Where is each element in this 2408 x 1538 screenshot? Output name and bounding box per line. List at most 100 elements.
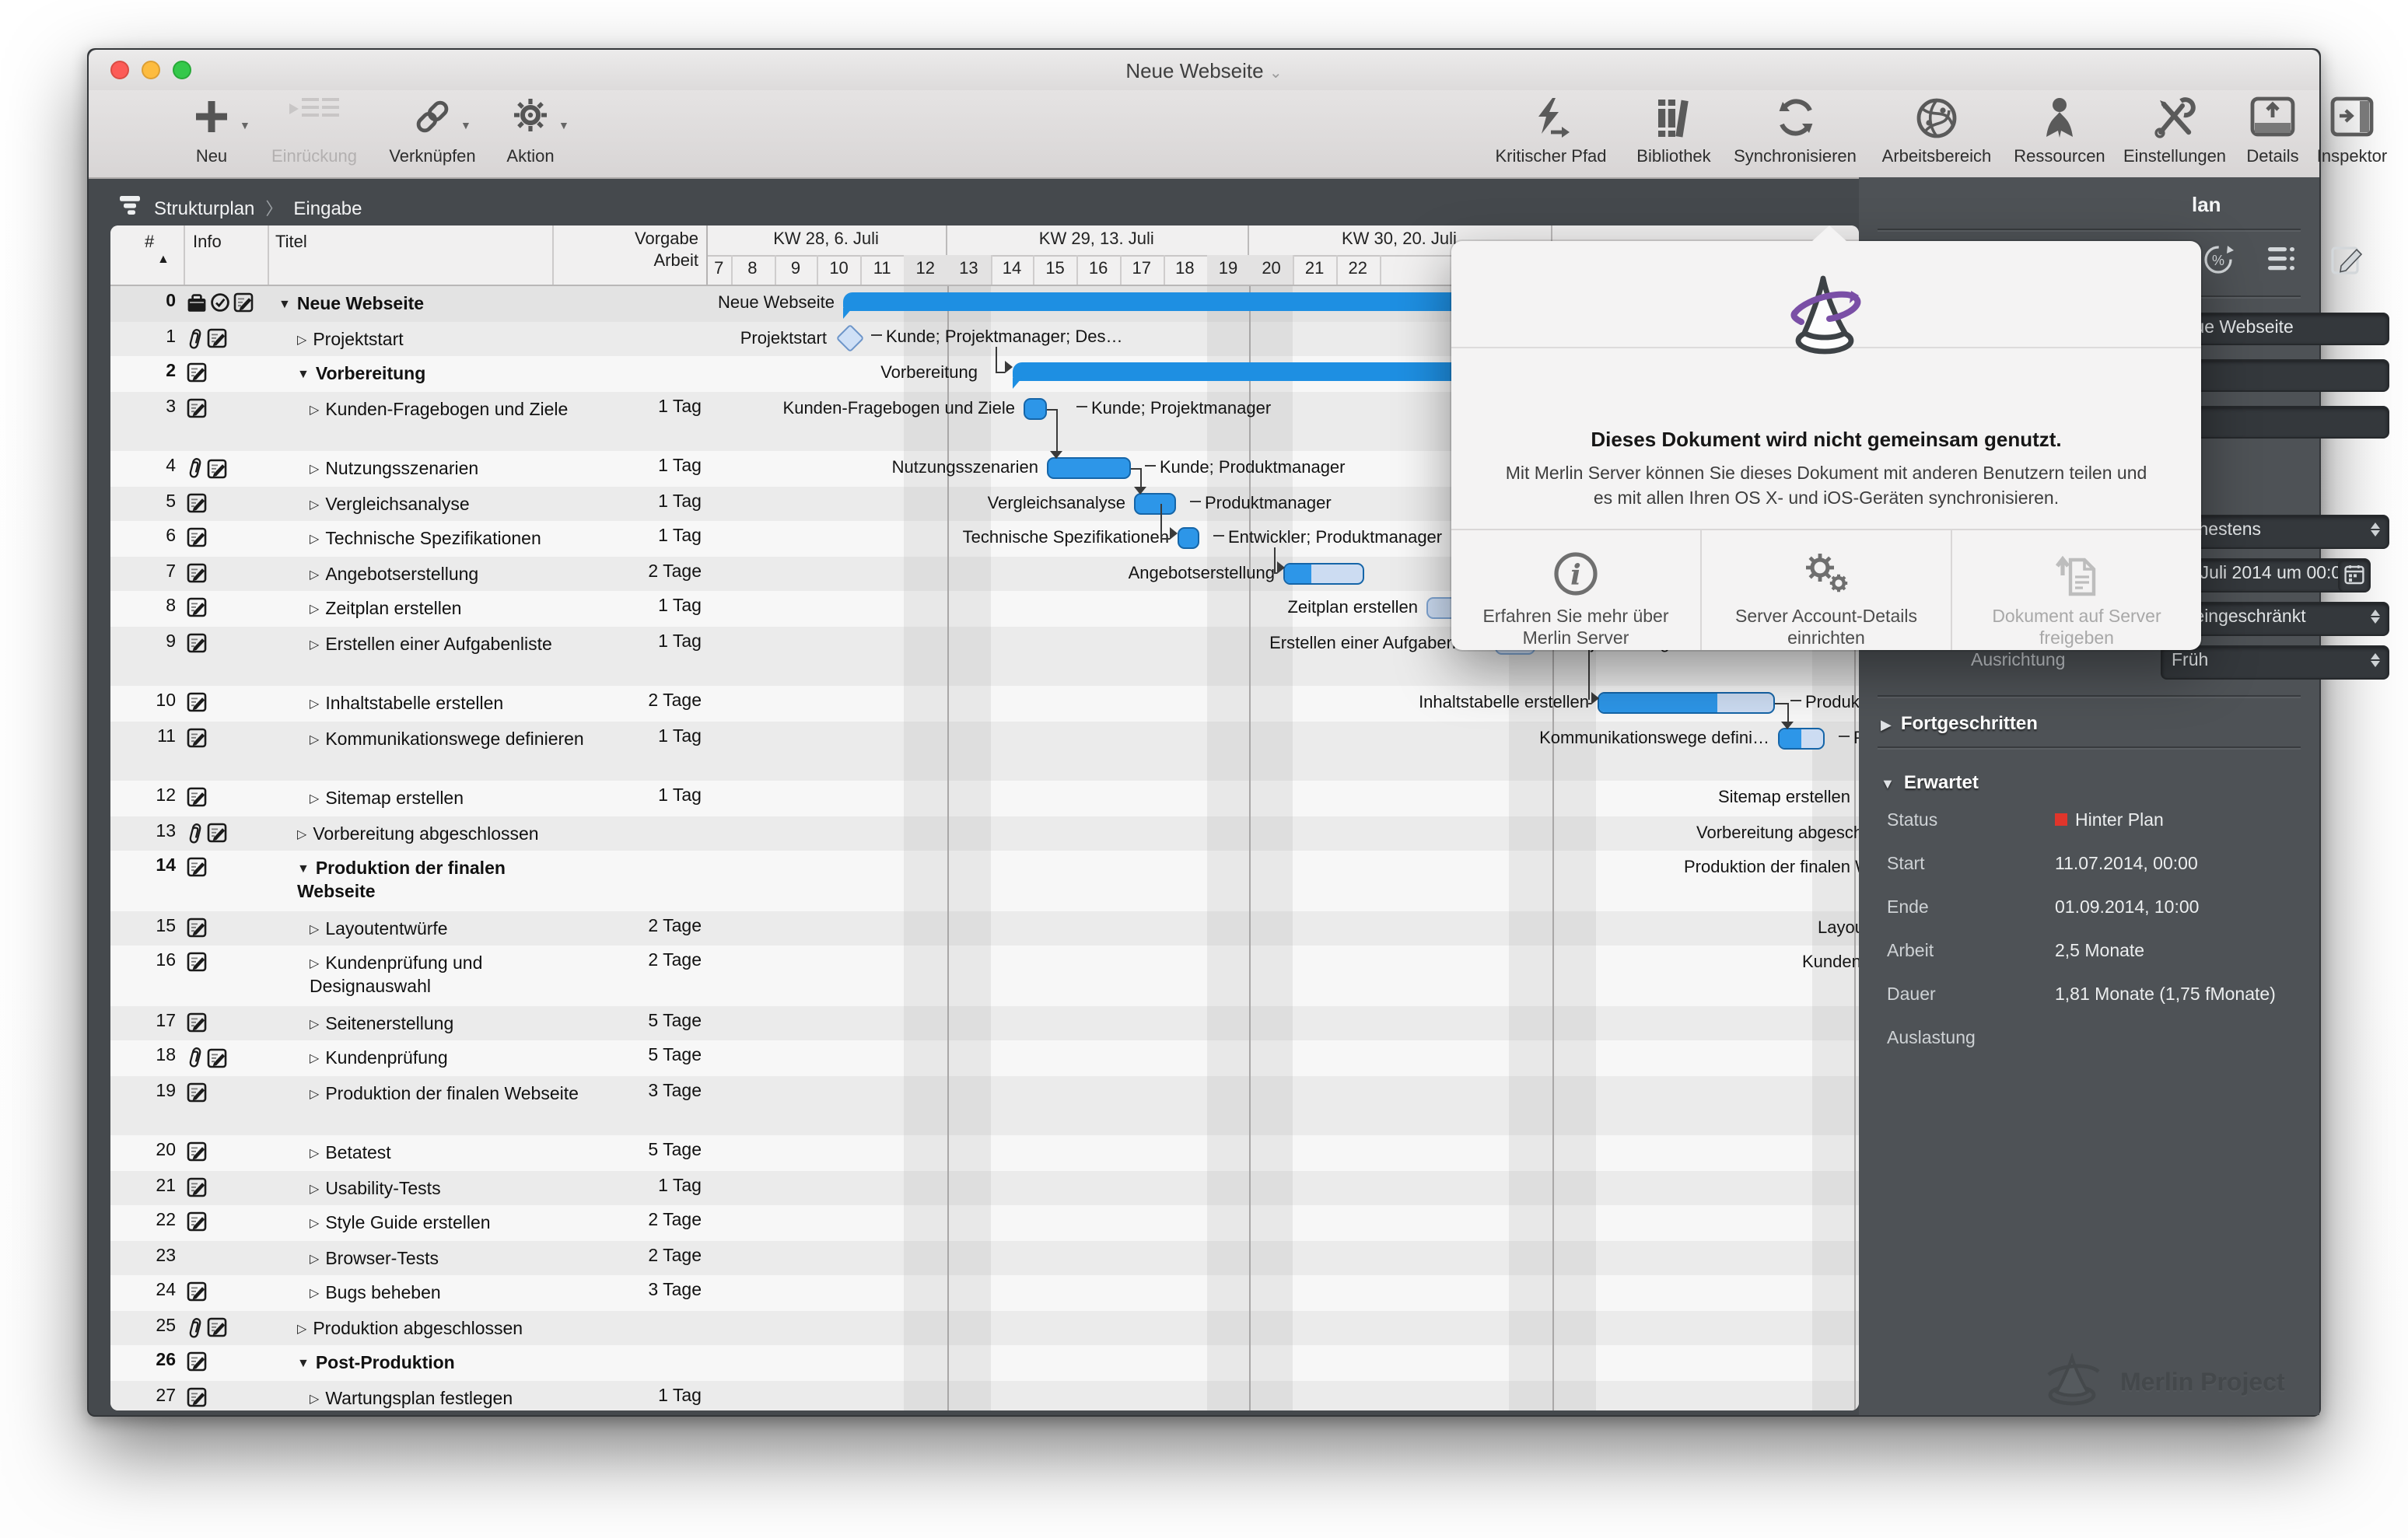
disclosure-leaf-icon[interactable]: ▷ (297, 1316, 306, 1340)
task-title[interactable]: ▷Kundenprüfung (268, 1047, 593, 1071)
note-icon[interactable] (187, 727, 207, 752)
percent-cycle-icon[interactable]: % (2201, 243, 2235, 285)
calendar-button[interactable] (2338, 558, 2371, 592)
toolbar-button-verknuepfen[interactable]: Verknüpfen▼ (378, 96, 487, 166)
task-title[interactable]: ▷Produktion abgeschlossen (268, 1316, 580, 1341)
toolbar-button-details[interactable]: Details (2238, 96, 2307, 166)
task-title[interactable]: ▷Vergleichsanalyse (268, 492, 593, 517)
gantt-bar[interactable] (1778, 728, 1825, 750)
toolbar-button-bibliothek[interactable]: Bibliothek (1626, 96, 1722, 166)
disclosure-leaf-icon[interactable]: ▷ (310, 1082, 319, 1105)
note-icon[interactable] (187, 597, 207, 622)
note-icon[interactable] (187, 952, 207, 977)
task-title[interactable]: ▷Bugs beheben (268, 1281, 593, 1306)
breadcrumb-mode[interactable]: Eingabe (293, 197, 362, 219)
task-title[interactable]: ▷Zeitplan erstellen (268, 597, 593, 622)
edit-note-icon[interactable] (2330, 243, 2364, 285)
table-row[interactable]: 25▷Produktion abgeschlossen (110, 1310, 706, 1345)
note-icon[interactable] (187, 362, 207, 387)
milestone-diamond[interactable] (835, 324, 864, 353)
col-header-work-2[interactable]: Arbeit (552, 252, 698, 271)
table-row[interactable]: 8▷Zeitplan erstellen1 Tag (110, 591, 706, 626)
disclosure-leaf-icon[interactable]: ▷ (310, 787, 319, 810)
table-row[interactable]: 23▷Browser-Tests2 Tage (110, 1240, 706, 1275)
disclosure-leaf-icon[interactable]: ▷ (310, 692, 319, 715)
gantt-bar[interactable] (1133, 492, 1175, 514)
table-row[interactable]: 21▷Usability-Tests1 Tag (110, 1170, 706, 1205)
note-icon[interactable] (187, 857, 207, 882)
table-row[interactable]: 26▼Post-Produktion (110, 1345, 706, 1380)
note-icon[interactable] (187, 492, 207, 517)
task-title[interactable]: ▷Seitenerstellung (268, 1012, 593, 1036)
table-row[interactable]: 12▷Sitemap erstellen1 Tag (110, 781, 706, 816)
proxy-chevron-icon[interactable]: ⌄ (1269, 65, 1283, 82)
disclosure-leaf-icon[interactable]: ▷ (310, 397, 319, 421)
disclosure-leaf-icon[interactable]: ▷ (310, 952, 319, 975)
note-icon[interactable] (187, 1082, 207, 1106)
table-row[interactable]: 15▷Layoutentwürfe2 Tage (110, 911, 706, 946)
table-row[interactable]: 6▷Technische Spezifikationen1 Tag (110, 521, 706, 556)
dropdown-caret-icon[interactable]: ▼ (240, 121, 250, 132)
toolbar-button-kritischer-pfad[interactable]: Kritischer Pfad (1484, 96, 1618, 166)
note-icon[interactable] (207, 328, 227, 353)
note-icon[interactable] (207, 823, 227, 848)
task-title[interactable]: ▷Sitemap erstellen (268, 787, 593, 812)
list-settings-icon[interactable] (2266, 246, 2298, 281)
disclosure-collapsed-icon[interactable]: ▶ (1881, 717, 1892, 732)
toolbar-button-arbeitsbereich[interactable]: Arbeitsbereich (1871, 96, 2002, 166)
toolbar-button-neu[interactable]: Neu▼ (176, 96, 247, 166)
note-icon[interactable] (187, 527, 207, 552)
task-title[interactable]: ▷Browser-Tests (268, 1246, 593, 1271)
col-header-number[interactable]: # (145, 233, 154, 252)
disclosure-leaf-icon[interactable]: ▷ (310, 527, 319, 551)
disclosure-leaf-icon[interactable]: ▷ (297, 822, 306, 845)
table-row[interactable]: 1▷Projektstart (110, 321, 706, 356)
task-title[interactable]: ▷Projektstart (268, 327, 580, 352)
table-row[interactable]: 10▷Inhaltstabelle erstellen2 Tage (110, 686, 706, 721)
table-row[interactable]: 5▷Vergleichsanalyse1 Tag (110, 486, 706, 521)
disclosure-leaf-icon[interactable]: ▷ (310, 1211, 319, 1235)
task-title[interactable]: ▷Inhaltstabelle erstellen (268, 692, 593, 717)
disclosure-leaf-icon[interactable]: ▷ (297, 327, 306, 351)
disclosure-expanded-icon[interactable]: ▼ (297, 857, 310, 880)
table-row[interactable]: 13▷Vorbereitung abgeschlossen (110, 816, 706, 851)
gantt-bar[interactable] (1023, 398, 1046, 420)
box-icon[interactable] (187, 293, 207, 316)
gantt-bar[interactable] (1177, 527, 1199, 549)
task-title[interactable]: ▷Technische Spezifikationen (268, 527, 593, 552)
toolbar-button-ressourcen[interactable]: Ressourcen (2008, 96, 2111, 166)
disclosure-expanded-icon[interactable]: ▼ (297, 362, 310, 386)
table-row[interactable]: 3▷Kunden-Fragebogen und Ziele1 Tag (110, 391, 706, 451)
toolbar-button-aktion[interactable]: Aktion▼ (490, 96, 571, 166)
disclosure-leaf-icon[interactable]: ▷ (310, 1141, 319, 1165)
col-header-info[interactable]: Info (193, 233, 222, 252)
clip-icon[interactable] (187, 822, 204, 848)
note-icon[interactable] (187, 1386, 207, 1410)
task-title[interactable]: ▷Betatest (268, 1141, 593, 1166)
table-row[interactable]: 18▷Kundenprüfung5 Tage (110, 1040, 706, 1075)
gantt-bar[interactable] (1598, 692, 1775, 714)
popover-action-account-details[interactable]: Server Account-Detailseinrichten (1702, 530, 1952, 650)
gantt-bar[interactable] (1046, 457, 1130, 479)
popover-action-mehr-erfahren[interactable]: iErfahren Sie mehr überMerlin Server (1451, 530, 1702, 650)
note-icon[interactable] (207, 458, 227, 483)
table-row[interactable]: 20▷Betatest5 Tage (110, 1135, 706, 1170)
note-icon[interactable] (187, 1211, 207, 1236)
col-header-title[interactable]: Titel (275, 233, 307, 252)
task-title[interactable]: ▷Kundenprüfung und Designauswahl (268, 952, 593, 1000)
table-row[interactable]: 4▷Nutzungsszenarien1 Tag (110, 451, 706, 486)
table-row[interactable]: 2▼Vorbereitung (110, 356, 706, 391)
dropdown-caret-icon[interactable]: ▼ (460, 121, 471, 132)
table-row[interactable]: 24▷Bugs beheben3 Tage (110, 1275, 706, 1310)
disclosure-leaf-icon[interactable]: ▷ (310, 632, 319, 655)
breadcrumb[interactable]: Strukturplan 〉 Eingabe (120, 187, 362, 230)
note-icon[interactable] (187, 1351, 207, 1376)
disclosure-leaf-icon[interactable]: ▷ (310, 457, 319, 481)
table-row[interactable]: 17▷Seitenerstellung5 Tage (110, 1005, 706, 1040)
note-icon[interactable] (187, 692, 207, 717)
table-row[interactable]: 16▷Kundenprüfung und Designauswahl2 Tage (110, 946, 706, 1005)
gantt-bar[interactable] (1283, 562, 1363, 584)
section-fortgeschritten[interactable]: ▶Fortgeschritten (1881, 712, 2038, 734)
clip-icon[interactable] (187, 1316, 204, 1343)
note-icon[interactable] (233, 292, 254, 317)
